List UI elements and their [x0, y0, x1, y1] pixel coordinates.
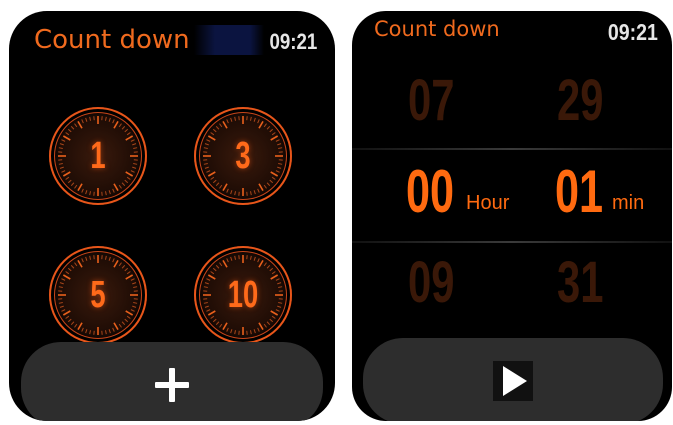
- countdown-picker-screen: Count down 09:21 07 29 00 Hour 01 min 09…: [352, 11, 672, 421]
- minute-current[interactable]: 01: [555, 157, 603, 226]
- hour-current[interactable]: 00: [406, 157, 454, 226]
- preset-label: 1: [90, 134, 106, 177]
- clock-time: 09:21: [269, 29, 317, 54]
- preset-label: 10: [227, 273, 259, 316]
- clock-time: 09:21: [607, 19, 658, 45]
- dial-tick: [278, 301, 283, 304]
- minute-next[interactable]: 31: [557, 249, 603, 316]
- dial-tick: [278, 162, 283, 165]
- picker-divider-bottom: [352, 241, 672, 243]
- preset-dial-1[interactable]: 1: [49, 107, 147, 205]
- picker-divider-top: [352, 148, 672, 150]
- dial-tick: [133, 147, 138, 150]
- hour-next[interactable]: 09: [408, 249, 454, 316]
- screen-title: Count down: [34, 25, 190, 55]
- preset-label: 3: [235, 134, 251, 177]
- preset-dial-10[interactable]: 10: [194, 246, 292, 344]
- dial-tick: [133, 162, 138, 165]
- header-highlight: [194, 25, 264, 55]
- hour-prev[interactable]: 07: [408, 67, 454, 134]
- hour-unit-label: Hour: [466, 192, 510, 214]
- plus-icon: [155, 368, 189, 402]
- play-icon: [493, 361, 533, 401]
- screen-title: Count down: [374, 17, 500, 41]
- preset-dial-5[interactable]: 5: [49, 246, 147, 344]
- dial-tick: [278, 147, 283, 150]
- preset-dial-3[interactable]: 3: [194, 107, 292, 205]
- dial-tick: [278, 286, 283, 289]
- countdown-presets-screen: Count down 09:21 1 3 5 10: [9, 11, 335, 421]
- add-timer-button[interactable]: [21, 342, 323, 421]
- minute-prev[interactable]: 29: [557, 67, 603, 134]
- preset-label: 5: [90, 273, 106, 316]
- dial-tick: [133, 301, 138, 304]
- start-countdown-button[interactable]: [363, 338, 663, 421]
- minute-unit-label: min: [612, 192, 645, 214]
- dial-tick: [133, 286, 138, 289]
